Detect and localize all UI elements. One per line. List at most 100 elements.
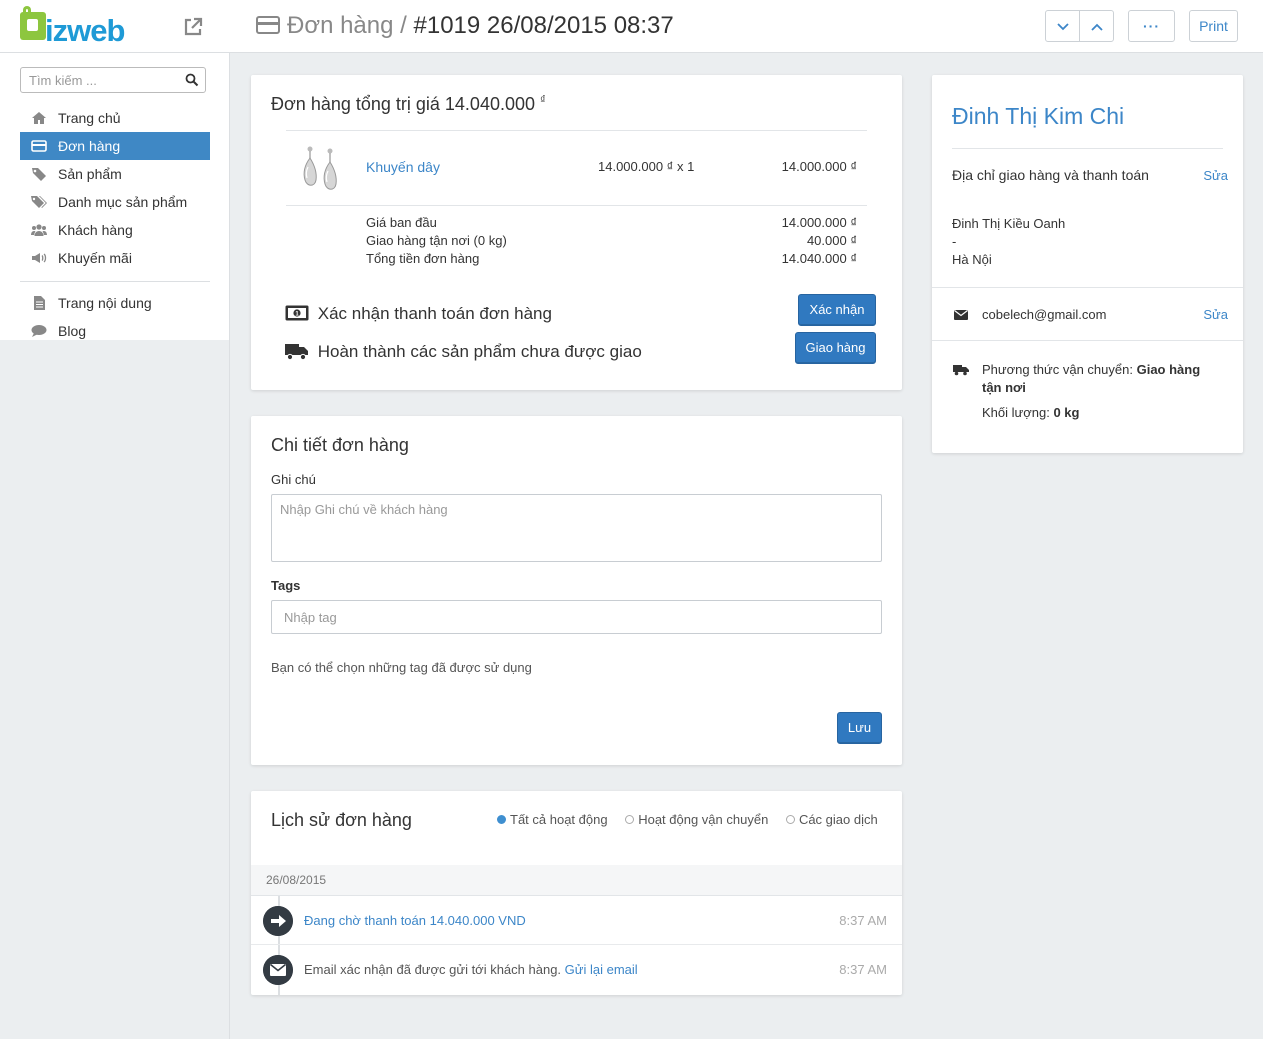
search-icon[interactable]: [185, 73, 199, 87]
order-title: #1019 26/08/2015 08:37: [413, 12, 674, 39]
order-summary-card: Đơn hàng tổng trị giá 14.040.000 ₫ Khuyế…: [251, 75, 902, 390]
note-label: Ghi chú: [271, 472, 316, 487]
previous-order-button[interactable]: [1079, 10, 1114, 42]
more-actions-button[interactable]: ···: [1128, 10, 1175, 42]
money-icon: 1: [285, 305, 309, 321]
order-details-card: Chi tiết đơn hàng Ghi chú Tags Bạn có th…: [251, 416, 902, 765]
event-link[interactable]: Đang chờ thanh toán 14.040.000 VND: [304, 913, 526, 928]
edit-address-link[interactable]: Sửa: [1203, 168, 1228, 183]
summary-labels: Giá ban đầu Giao hàng tận nơi (0 kg) Tổn…: [366, 214, 507, 268]
sidebar-item-promotions[interactable]: Khuyến mãi: [20, 244, 210, 272]
chevron-down-icon: [1056, 23, 1069, 31]
sidebar-empty-area: [0, 340, 230, 1039]
home-icon: [32, 112, 46, 124]
address-lines: Đinh Thị Kiều Oanh - Hà Nội: [952, 215, 1065, 269]
truck-icon: [953, 365, 969, 376]
sidebar-item-orders[interactable]: Đơn hàng: [20, 132, 210, 160]
subtotal-label: Giá ban đầu: [366, 215, 437, 230]
customer-name-link[interactable]: Đinh Thị Kim Chi: [952, 103, 1124, 130]
details-heading: Chi tiết đơn hàng: [271, 435, 409, 455]
nav-divider: [20, 281, 210, 282]
total-value: 14.040.000 ₫: [781, 251, 857, 266]
customer-email[interactable]: cobelech@gmail.com: [982, 307, 1106, 322]
breadcrumb-orders[interactable]: Đơn hàng: [287, 12, 393, 39]
summary-values: 14.000.000 ₫ 40.000 ₫ 14.040.000 ₫: [782, 214, 857, 268]
address-recipient: Đinh Thị Kiều Oanh: [952, 216, 1066, 231]
history-event: Email xác nhận đã được gửi tới khách hàn…: [251, 945, 902, 994]
comment-icon: [31, 325, 47, 337]
history-event: Đang chờ thanh toán 14.040.000 VND 8:37 …: [251, 896, 902, 945]
product-line-total: 14.000.000 ₫: [781, 159, 857, 174]
event-text: Email xác nhận đã được gửi tới khách hàn…: [304, 962, 638, 977]
address-section: Địa chỉ giao hàng và thanh toán: [952, 167, 1223, 183]
currency-symbol: ₫: [540, 94, 546, 106]
product-thumbnail[interactable]: [297, 145, 347, 193]
external-link-icon[interactable]: [182, 16, 204, 38]
tag-icon: [32, 168, 46, 181]
main-nav: Trang chủ Đơn hàng Sản phẩm Danh mục sản…: [20, 104, 210, 272]
address-line: -: [952, 234, 957, 249]
sidebar: Trang chủ Đơn hàng Sản phẩm Danh mục sản…: [0, 53, 230, 340]
sidebar-item-label: Danh mục sản phẩm: [58, 194, 188, 210]
divider: [932, 340, 1243, 341]
confirm-payment-text: Xác nhận thanh toán đơn hàng: [317, 304, 552, 323]
filter-transactions-radio[interactable]: Các giao dịch: [785, 812, 878, 827]
address-heading: Địa chỉ giao hàng và thanh toán: [952, 167, 1149, 183]
breadcrumb-separator: /: [400, 12, 407, 39]
sidebar-item-label: Đơn hàng: [58, 138, 121, 154]
credit-card-icon: [256, 16, 280, 34]
sidebar-item-label: Trang chủ: [58, 110, 121, 126]
note-textarea[interactable]: [271, 494, 882, 562]
summary-heading: Đơn hàng tổng trị giá 14.040.000 ₫: [271, 94, 546, 115]
top-bar: izweb Đơn hàng / #1019 26/08/2015 08:37 …: [0, 0, 1263, 53]
sidebar-item-categories[interactable]: Danh mục sản phẩm: [20, 188, 210, 216]
filter-shipping-radio[interactable]: Hoạt động vận chuyển: [625, 812, 768, 827]
users-icon: [31, 224, 47, 236]
resend-email-link[interactable]: Gửi lại email: [565, 962, 638, 977]
envelope-icon: [954, 310, 968, 320]
chevron-up-icon: [1090, 23, 1103, 31]
filter-all-radio[interactable]: Tất cả hoạt động: [497, 812, 608, 827]
filter-label: Hoạt động vận chuyển: [638, 812, 769, 827]
document-icon: [34, 296, 45, 310]
sidebar-item-pages[interactable]: Trang nội dung: [20, 289, 210, 317]
product-price-qty: 14.000.000 ₫ x 1: [598, 159, 695, 174]
next-order-button[interactable]: [1045, 10, 1080, 42]
confirm-payment-row: 1 Xác nhận thanh toán đơn hàng: [285, 301, 552, 324]
save-button[interactable]: Lưu: [837, 712, 882, 744]
fulfill-row: Hoàn thành các sản phẩm chưa được giao: [285, 339, 642, 362]
confirm-payment-button[interactable]: Xác nhận: [798, 294, 876, 326]
event-time: 8:37 AM: [839, 962, 887, 977]
radio-dot: [497, 815, 506, 824]
sidebar-item-home[interactable]: Trang chủ: [20, 104, 210, 132]
envelope-icon: [263, 955, 293, 985]
sidebar-item-label: Khách hàng: [58, 222, 133, 238]
customer-card: Đinh Thị Kim Chi Địa chỉ giao hàng và th…: [932, 75, 1243, 453]
event-text: Đang chờ thanh toán 14.040.000 VND: [304, 913, 526, 928]
arrow-right-icon: [263, 906, 293, 936]
tags-hint-link[interactable]: Bạn có thể chọn những tag đã được sử dụn…: [271, 660, 532, 675]
history-heading: Lịch sử đơn hàng: [271, 810, 412, 830]
truck-icon: [285, 344, 308, 360]
shipping-value: 40.000 ₫: [806, 233, 857, 248]
page-title: Đơn hàng / #1019 26/08/2015 08:37: [256, 11, 674, 41]
shipping-method: Phương thức vận chuyển: Giao hàng tận nơ…: [982, 361, 1212, 397]
print-button[interactable]: Print: [1189, 10, 1238, 42]
edit-email-link[interactable]: Sửa: [1203, 307, 1228, 322]
divider: [286, 205, 867, 206]
subtotal-value: 14.000.000 ₫: [781, 215, 857, 230]
sidebar-item-customers[interactable]: Khách hàng: [20, 216, 210, 244]
product-name-link[interactable]: Khuyến dây: [366, 159, 440, 175]
search-input[interactable]: [20, 67, 206, 93]
sidebar-item-products[interactable]: Sản phẩm: [20, 160, 210, 188]
bizweb-logo[interactable]: izweb: [19, 6, 125, 48]
event-description: Email xác nhận đã được gửi tới khách hàn…: [304, 962, 565, 977]
shipping-weight: Khối lượng: 0 kg: [982, 405, 1079, 420]
shipping-method-label: Phương thức vận chuyển:: [982, 362, 1133, 377]
weight-value: 0 kg: [1053, 405, 1080, 420]
fulfill-button[interactable]: Giao hàng: [795, 332, 876, 364]
megaphone-icon: [32, 253, 47, 263]
tags-input[interactable]: [271, 600, 882, 634]
card-icon: [31, 140, 47, 152]
tags-label: Tags: [271, 578, 301, 593]
